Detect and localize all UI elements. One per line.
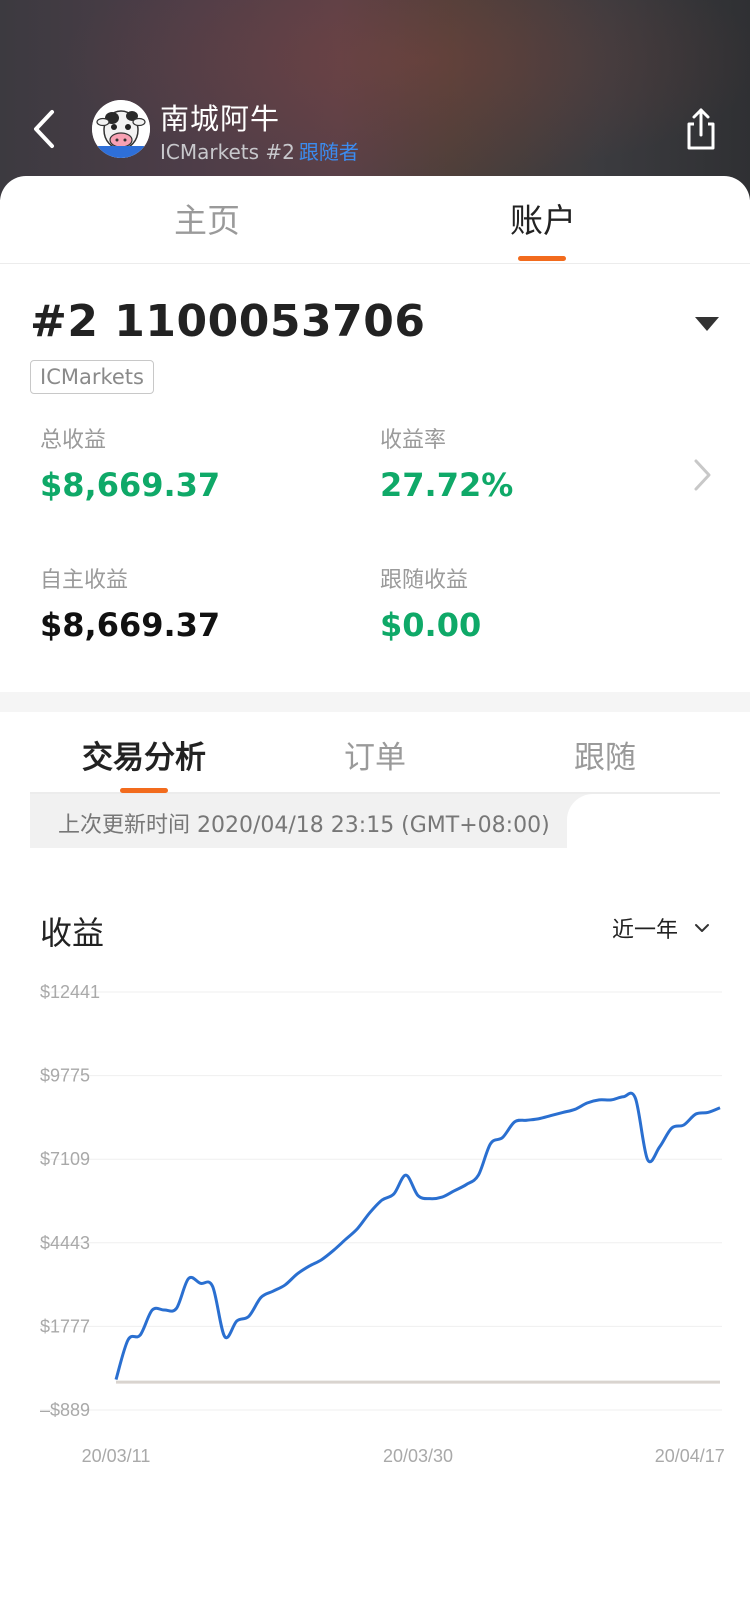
x-tick-label: 20/03/30 <box>383 1446 453 1466</box>
tab-trade-analysis[interactable]: 交易分析 <box>82 732 206 777</box>
section-divider <box>0 692 750 712</box>
y-tick-label: $4443 <box>40 1233 90 1253</box>
chevron-down-icon[interactable] <box>694 922 710 934</box>
total-profit-value: $8,669.37 <box>40 466 221 504</box>
profile-name: 南城阿牛 <box>160 102 281 136</box>
avatar[interactable] <box>92 100 150 158</box>
profile-subtitle: ICMarkets #2 跟随者 <box>160 136 359 165</box>
return-rate-label: 收益率 <box>380 428 447 453</box>
main-tabs: 主页 账户 <box>0 176 750 264</box>
follower-link[interactable]: 跟随者 <box>299 140 359 164</box>
follow-profit-label: 跟随收益 <box>380 568 469 593</box>
tab-orders[interactable]: 订单 <box>344 732 406 777</box>
update-bar-corner <box>567 794 597 848</box>
follow-profit-value: $0.00 <box>380 606 482 644</box>
tab-account[interactable]: 账户 <box>510 194 576 242</box>
chevron-right-icon[interactable] <box>692 458 712 492</box>
active-tab-indicator <box>518 256 566 261</box>
x-tick-label: 20/04/17 <box>655 1446 725 1466</box>
y-tick-label: $9775 <box>40 1066 90 1086</box>
account-dropdown-icon[interactable] <box>694 316 720 332</box>
tab-home[interactable]: 主页 <box>174 194 240 242</box>
chart-title: 收益 <box>40 914 105 952</box>
tab-follow[interactable]: 跟随 <box>574 732 636 777</box>
range-selector[interactable]: 近一年 <box>612 912 678 944</box>
y-tick-label: $12441 <box>40 982 100 1002</box>
return-rate-value: 27.72% <box>380 466 514 504</box>
broker-tag: ICMarkets <box>30 360 154 394</box>
profit-chart: $12441 $9775 $7109 $4443 $1777 –$889 20/03/11 2… <box>40 982 725 1466</box>
sub-tab-indicator <box>120 788 168 793</box>
profit-series-line <box>114 1091 721 1381</box>
y-tick-label: –$889 <box>40 1400 90 1420</box>
cow-avatar-icon <box>92 100 150 158</box>
last-update-bar: 上次更新时间 2020/04/18 23:15 (GMT+08:00) <box>30 794 597 848</box>
total-profit-label: 总收益 <box>40 428 107 453</box>
account-panel: 主页 账户 #2 1100053706 ICMarkets 总收益 $8,669… <box>0 176 750 1624</box>
x-tick-label: 20/03/11 <box>82 1446 151 1466</box>
back-icon[interactable] <box>26 106 66 152</box>
self-profit-value: $8,669.37 <box>40 606 221 644</box>
last-update-text: 上次更新时间 2020/04/18 23:15 (GMT+08:00) <box>58 813 550 838</box>
broker-label: ICMarkets #2 <box>160 140 295 164</box>
y-tick-label: $1777 <box>40 1316 90 1336</box>
self-profit-label: 自主收益 <box>40 568 129 593</box>
y-tick-label: $7109 <box>40 1149 90 1169</box>
account-id: #2 1100053706 <box>30 296 426 347</box>
share-icon[interactable] <box>682 106 720 152</box>
